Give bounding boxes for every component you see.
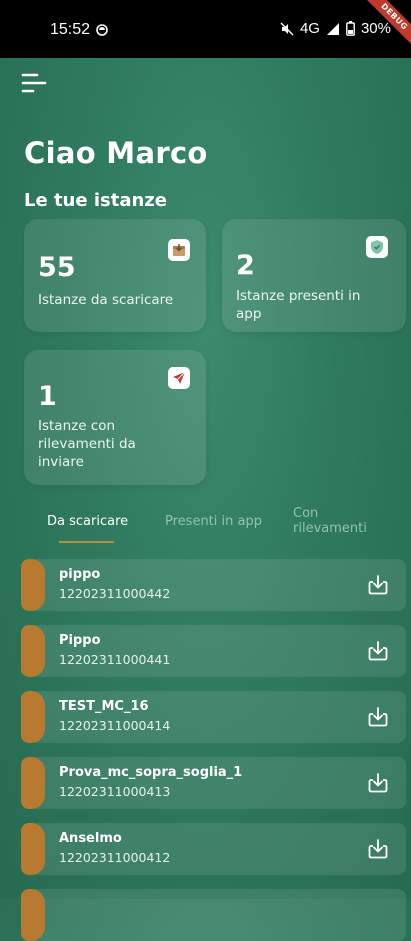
item-accent [21,559,45,611]
card-label: Istanze presenti in app [236,288,361,322]
download-icon[interactable] [366,639,390,663]
list-item[interactable]: Pippo 12202311000441 [21,625,406,677]
download-icon[interactable] [366,705,390,729]
card-value: 1 [38,381,57,412]
item-name: Prova_mc_sopra_soglia_1 [59,765,243,780]
tab-indicator [59,541,114,543]
item-accent [21,691,45,743]
card-label: Istanze da scaricare [38,292,174,308]
tab-with-surveys[interactable]: Con rilevamenti [293,506,373,536]
card-in-app[interactable]: 2 Istanze presenti in app [222,219,406,332]
status-icons: 4G 30% [280,20,391,37]
download-icon[interactable] [366,771,390,795]
card-value: 55 [38,252,76,283]
card-value: 2 [236,250,255,281]
download-box-icon [168,239,190,261]
item-code: 12202311000442 [59,586,171,601]
download-icon[interactable] [366,837,390,861]
notification-icon [96,24,108,36]
status-time: 15:52 [50,21,91,38]
item-accent [21,889,45,941]
item-code: 12202311000441 [59,652,171,667]
list-item[interactable]: Prova_mc_sopra_soglia_1 12202311000413 [21,757,406,809]
card-label: Istanze con rilevamenti da inviare [38,418,136,470]
item-name: pippo [59,567,101,582]
card-to-download[interactable]: 55 Istanze da scaricare [24,219,206,332]
list-item[interactable]: pippo 12202311000442 [21,559,406,611]
section-title: Le tue istanze [24,190,167,211]
item-name: TEST_MC_16 [59,699,149,714]
tab-in-app[interactable]: Presenti in app [165,514,262,529]
item-accent [21,757,45,809]
status-bar: 15:52 4G 30% DEBUG [0,0,411,58]
item-name: Anselmo [59,831,122,846]
network-type: 4G [299,20,320,37]
item-accent [21,625,45,677]
list-item[interactable] [21,889,406,941]
shield-check-icon [366,236,388,258]
download-icon[interactable] [366,573,390,597]
item-accent [21,823,45,875]
battery-percent: 30% [360,20,391,37]
greeting-title: Ciao Marco [24,136,208,170]
list-item[interactable]: Anselmo 12202311000412 [21,823,406,875]
battery-icon [346,21,355,36]
item-code: 12202311000414 [59,718,171,733]
menu-icon[interactable] [21,70,51,100]
signal-icon [326,22,339,35]
card-to-send[interactable]: 1 Istanze con rilevamenti da inviare [24,350,206,485]
mute-icon [280,22,294,35]
item-name: Pippo [59,633,101,648]
tab-to-download[interactable]: Da scaricare [47,514,128,529]
item-code: 12202311000413 [59,784,171,799]
item-code: 12202311000412 [59,850,171,865]
send-icon [168,367,190,389]
list-item[interactable]: TEST_MC_16 12202311000414 [21,691,406,743]
